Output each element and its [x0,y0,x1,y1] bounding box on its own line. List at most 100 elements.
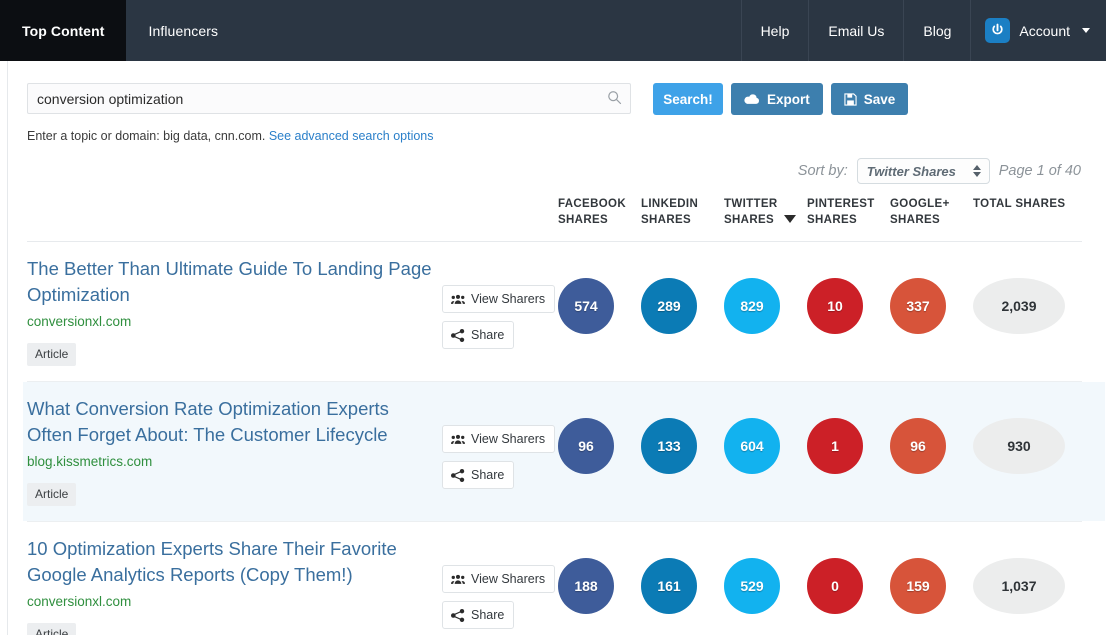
view-sharers-button[interactable]: View Sharers [442,425,555,453]
column-header-total-line1: TOTAL SHARES [973,196,1093,212]
nav-link-email-us-label: Email Us [828,23,884,39]
search-button[interactable]: Search! [653,83,723,115]
result-type-badge: Article [27,343,76,366]
save-button-label: Save [864,92,896,107]
sort-by-select[interactable]: Twitter Shares [857,158,990,184]
share-button[interactable]: Share [442,321,514,349]
facebook-shares-bubble: 96 [558,418,614,474]
twitter-shares-bubble: 529 [724,558,780,614]
top-navbar: Top Content Influencers Help Email Us Bl… [0,0,1106,61]
search-row: Search! Export [27,83,1082,115]
cloud-icon [744,93,760,105]
metric-facebook: 574 [558,256,641,334]
metric-linkedin: 161 [641,536,724,614]
power-icon [985,18,1010,43]
search-hint: Enter a topic or domain: big data, cnn.c… [27,129,1082,143]
page-body: Search! Export [0,61,1106,635]
column-header-linkedin-shares[interactable]: LINKEDIN SHARES [641,196,724,228]
metric-pinterest: 0 [807,536,890,614]
metric-linkedin: 289 [641,256,724,334]
main-content: Search! Export [0,61,1106,635]
nav-link-blog[interactable]: Blog [903,0,970,61]
result-domain-link[interactable]: blog.kissmetrics.com [27,454,436,469]
column-header-facebook-line1: FACEBOOK [558,196,641,212]
metric-twitter: 529 [724,536,807,614]
metric-pinterest: 10 [807,256,890,334]
save-button[interactable]: Save [831,83,909,115]
column-header-total-shares[interactable]: TOTAL SHARES [973,196,1093,212]
search-hint-text: Enter a topic or domain: big data, cnn.c… [27,129,265,143]
page-indicator: Page 1 of 40 [999,163,1081,179]
result-domain-link[interactable]: conversionxl.com [27,314,436,329]
metric-total: 930 [973,396,1093,474]
view-sharers-button[interactable]: View Sharers [442,565,555,593]
stepper-arrows-icon [973,165,981,177]
result-title-link[interactable]: 10 Optimization Experts Share Their Favo… [27,536,436,588]
export-button[interactable]: Export [731,83,823,115]
share-alt-icon [451,609,465,622]
metric-twitter: 604 [724,396,807,474]
metric-total: 1,037 [973,536,1093,614]
table-row: What Conversion Rate Optimization Expert… [27,382,1082,522]
tab-influencers[interactable]: Influencers [126,0,240,61]
nav-link-email-us[interactable]: Email Us [808,0,903,61]
nav-tabs: Top Content Influencers [0,0,240,61]
group-icon [451,294,465,305]
googleplus-shares-bubble: 337 [890,278,946,334]
column-header-pinterest-line2: SHARES [807,212,890,228]
metric-facebook: 96 [558,396,641,474]
advanced-search-link[interactable]: See advanced search options [269,129,434,143]
googleplus-shares-bubble: 159 [890,558,946,614]
group-icon [451,434,465,445]
twitter-shares-bubble: 604 [724,418,780,474]
nav-link-blog-label: Blog [923,23,951,39]
metric-pinterest: 1 [807,396,890,474]
result-domain-link[interactable]: conversionxl.com [27,594,436,609]
column-header-googleplus-shares[interactable]: GOOGLE+ SHARES [890,196,973,228]
googleplus-shares-bubble: 96 [890,418,946,474]
column-header-facebook-line2: SHARES [558,212,641,228]
column-header-twitter-line1: TWITTER [724,196,807,212]
facebook-shares-bubble: 574 [558,278,614,334]
linkedin-shares-bubble: 161 [641,558,697,614]
metric-total: 2,039 [973,256,1093,334]
pinterest-shares-bubble: 10 [807,278,863,334]
tab-top-content[interactable]: Top Content [0,0,126,61]
sort-descending-icon [784,215,796,223]
search-button-label: Search! [663,92,713,107]
metric-googleplus: 96 [890,396,973,474]
table-header-row: FACEBOOK SHARES LINKEDIN SHARES TWITTER … [27,196,1082,242]
share-label: Share [471,468,504,482]
column-header-pinterest-shares[interactable]: PINTEREST SHARES [807,196,890,228]
share-button[interactable]: Share [442,461,514,489]
search-input[interactable] [27,83,631,114]
sort-by-selected-value: Twitter Shares [867,164,956,179]
floppy-disk-icon [844,93,857,106]
result-title-link[interactable]: What Conversion Rate Optimization Expert… [27,396,436,448]
result-title-link[interactable]: The Better Than Ultimate Guide To Landin… [27,256,436,308]
chevron-down-icon [1082,28,1090,33]
column-header-googleplus-line2: SHARES [890,212,973,228]
result-actions: View Sharers Share [442,256,558,349]
result-type-badge: Article [27,483,76,506]
tab-influencers-label: Influencers [148,23,218,39]
search-field-wrap [27,83,631,114]
account-menu[interactable]: Account [970,0,1106,61]
left-rule [7,61,8,635]
nav-link-help[interactable]: Help [741,0,809,61]
sort-bar: Sort by: Twitter Shares Page 1 of 40 [27,158,1082,184]
column-header-facebook-shares[interactable]: FACEBOOK SHARES [558,196,641,228]
column-header-linkedin-line1: LINKEDIN [641,196,724,212]
pinterest-shares-bubble: 1 [807,418,863,474]
total-shares-bubble: 2,039 [973,278,1065,334]
total-shares-bubble: 1,037 [973,558,1065,614]
nav-links: Help Email Us Blog Account [741,0,1106,61]
metric-linkedin: 133 [641,396,724,474]
column-header-twitter-shares[interactable]: TWITTER SHARES [724,196,807,228]
facebook-shares-bubble: 188 [558,558,614,614]
share-alt-icon [451,329,465,342]
view-sharers-button[interactable]: View Sharers [442,285,555,313]
table-row: The Better Than Ultimate Guide To Landin… [27,242,1082,382]
nav-link-help-label: Help [761,23,790,39]
share-button[interactable]: Share [442,601,514,629]
